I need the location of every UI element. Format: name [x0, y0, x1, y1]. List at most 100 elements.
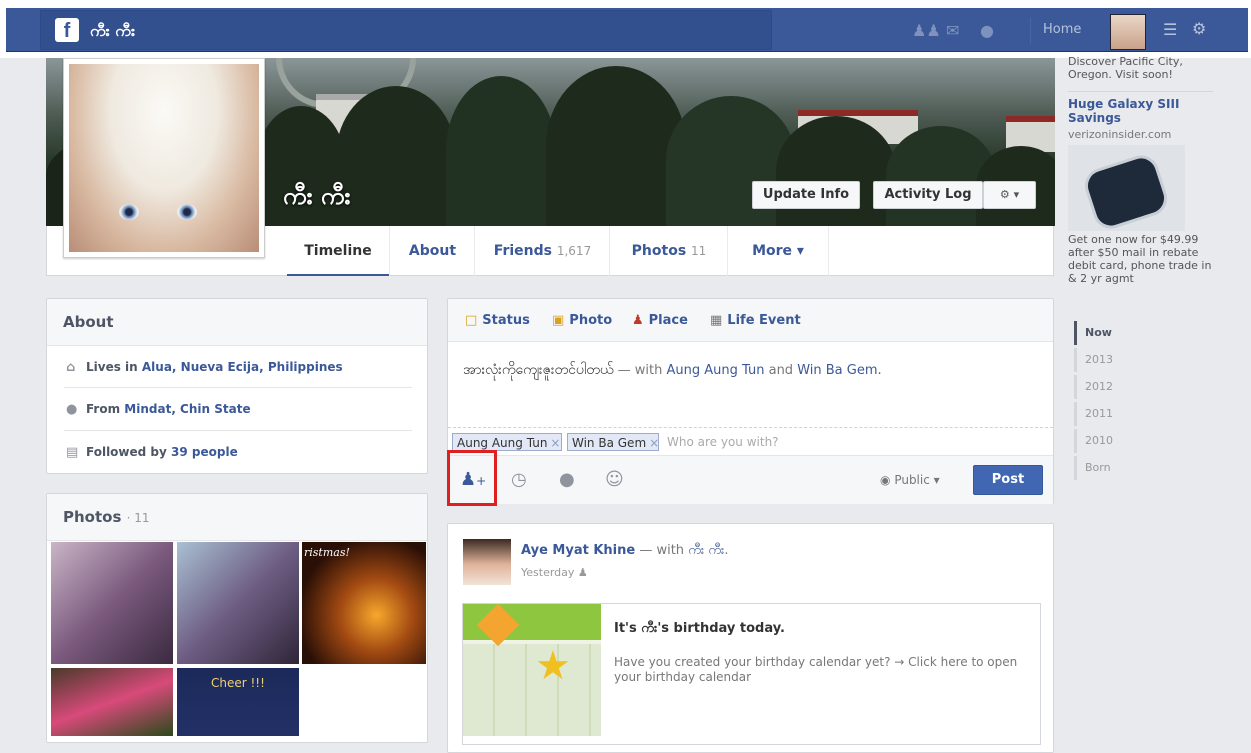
- composer-tab-photo[interactable]: ▣ Photo: [552, 313, 612, 328]
- remove-tag-icon[interactable]: ×: [550, 436, 560, 450]
- lives-place-link[interactable]: Alua, Nueva Ecija, Philippines: [142, 360, 343, 374]
- timeline-year[interactable]: 2010: [1074, 429, 1234, 453]
- author-link[interactable]: Aye Myat Khine: [521, 543, 635, 558]
- post-button[interactable]: Post: [973, 465, 1043, 495]
- messages-icon[interactable]: ✉: [946, 23, 966, 39]
- divider: [64, 430, 412, 431]
- clock-icon[interactable]: ◷: [511, 469, 527, 490]
- divider: [64, 387, 412, 388]
- photos-heading[interactable]: Photos: [63, 508, 121, 526]
- timeline-year[interactable]: 2012: [1074, 375, 1234, 399]
- place-pin-icon: ♟: [632, 313, 644, 328]
- story-header: Aye Myat Khine — with ကီး ကီး.: [521, 542, 729, 561]
- with-friends-input[interactable]: Who are you with?: [667, 435, 779, 449]
- with-text: — with: [613, 363, 667, 378]
- photo-thumbnail[interactable]: Cheer !!!: [177, 668, 299, 736]
- rss-icon: ▤: [66, 445, 79, 460]
- followed-row: ▤ Followed by 39 people: [66, 445, 238, 467]
- photo-thumbnail[interactable]: [51, 668, 173, 736]
- friend-link[interactable]: Win Ba Gem: [797, 363, 877, 378]
- composer-tab-life-event[interactable]: ▦ Life Event: [710, 313, 801, 328]
- settings-dropdown-button[interactable]: ⚙ ▾: [983, 181, 1036, 209]
- tag-label: Win Ba Gem: [572, 436, 647, 450]
- tab-timeline[interactable]: Timeline: [287, 226, 389, 276]
- remove-tag-icon[interactable]: ×: [649, 436, 659, 450]
- status-text: အားလုံးကိုကျေးဇူးတင်ပါတယ်: [463, 362, 614, 378]
- friend-requests-icon[interactable]: ♟♟: [912, 23, 941, 39]
- author-avatar[interactable]: [463, 539, 511, 585]
- tab-count: 11: [691, 244, 707, 258]
- tab-friends[interactable]: Friends 1,617: [474, 226, 610, 276]
- status-text-input[interactable]: အားလုံးကိုကျေးဇူးတင်ပါတယ် — with Aung Au…: [463, 360, 1043, 381]
- timeline-year[interactable]: 2011: [1074, 402, 1234, 426]
- audience-selector[interactable]: ◉ Public ▾: [880, 473, 940, 487]
- location-icon[interactable]: ●: [559, 469, 575, 490]
- audience-label: Public: [894, 473, 930, 487]
- timeline-year-now[interactable]: Now: [1074, 321, 1234, 345]
- tab-label: Photo: [569, 313, 613, 328]
- ad-domain: verizoninsider.com: [1068, 128, 1172, 141]
- with-text: — with: [635, 543, 689, 558]
- settings-gear-icon[interactable]: ⚙: [1192, 21, 1212, 37]
- feeling-smiley-icon[interactable]: ☺: [605, 469, 624, 490]
- status-icon: □: [465, 313, 478, 328]
- from-prefix: From: [86, 402, 121, 416]
- tab-photos[interactable]: Photos 11: [609, 226, 728, 276]
- location-pin-icon: ●: [66, 402, 78, 417]
- ad-title-link[interactable]: Huge Galaxy SIII Savings: [1068, 97, 1218, 125]
- home-icon: ⌂: [66, 360, 76, 375]
- app-title: ကီး ကီး: [90, 21, 136, 40]
- ad-phone-image[interactable]: [1068, 145, 1185, 231]
- followers-link[interactable]: 39 people: [171, 445, 238, 459]
- photo-thumbnail[interactable]: [51, 542, 173, 664]
- friend-tag[interactable]: Aung Aung Tun ×: [452, 433, 562, 451]
- birthday-card-text[interactable]: Have you created your birthday calendar …: [614, 655, 1024, 685]
- photo-thumbnail[interactable]: [177, 542, 299, 664]
- timeline-year[interactable]: 2013: [1074, 348, 1234, 372]
- tag-friends-icon[interactable]: ♟+: [460, 469, 486, 490]
- tab-more[interactable]: More ▾: [727, 226, 829, 276]
- activity-log-button[interactable]: Activity Log: [873, 181, 983, 209]
- timeline-year-born[interactable]: Born: [1074, 456, 1234, 480]
- update-info-button[interactable]: Update Info: [752, 181, 860, 209]
- friend-link[interactable]: Aung Aung Tun: [667, 363, 765, 378]
- timestamp-link[interactable]: Yesterday: [521, 566, 574, 579]
- tab-label: Timeline: [304, 243, 372, 259]
- ad-description[interactable]: Get one now for $49.99 after $50 mail in…: [1068, 233, 1218, 285]
- tab-count: 1,617: [556, 244, 592, 258]
- tab-label: Life Event: [727, 313, 801, 328]
- ad-text[interactable]: Discover Pacific City, Oregon. Visit soo…: [1068, 55, 1218, 81]
- photos-heading-row: Photos · 11: [47, 494, 427, 541]
- from-row: ● From Mindat, Chin State: [66, 402, 251, 424]
- friend-tag[interactable]: Win Ba Gem ×: [567, 433, 659, 451]
- tab-label: About: [408, 243, 457, 259]
- period: .: [877, 363, 882, 378]
- divider: [1030, 18, 1031, 44]
- divider: [1068, 91, 1213, 92]
- tagged-name-link[interactable]: ကီး ကီး: [688, 543, 724, 558]
- lives-in-row: ⌂ Lives in Alua, Nueva Ecija, Philippines: [66, 360, 343, 382]
- tab-label: Status: [482, 313, 530, 328]
- composer-tab-status[interactable]: □ Status: [465, 313, 530, 328]
- period: .: [724, 543, 729, 558]
- photo-thumbnail[interactable]: ristmas!: [302, 542, 426, 664]
- profile-picture[interactable]: [69, 64, 259, 252]
- divider: [448, 427, 1053, 429]
- profile-name[interactable]: ကီး ကီး: [283, 180, 351, 216]
- thumbnail-caption: Cheer !!!: [211, 676, 265, 690]
- facebook-logo-icon[interactable]: f: [55, 18, 79, 42]
- chevron-down-icon: ▾: [933, 473, 940, 487]
- globe-icon: ◉: [880, 473, 891, 487]
- home-link[interactable]: Home: [1043, 22, 1081, 37]
- about-heading[interactable]: About: [47, 299, 427, 346]
- lives-prefix: Lives in: [86, 360, 138, 374]
- tab-about[interactable]: About: [389, 226, 475, 276]
- notifications-globe-icon[interactable]: ●: [980, 23, 1000, 39]
- followed-prefix: Followed by: [86, 445, 167, 459]
- birthday-card-title[interactable]: It's ကီး's birthday today.: [614, 620, 785, 639]
- from-place-link[interactable]: Mindat, Chin State: [124, 402, 250, 416]
- privacy-shortcuts-icon[interactable]: ☰: [1163, 22, 1183, 38]
- composer-tab-place[interactable]: ♟ Place: [632, 313, 688, 328]
- birthday-calendar-image[interactable]: ★: [463, 604, 601, 736]
- user-avatar[interactable]: [1110, 14, 1146, 50]
